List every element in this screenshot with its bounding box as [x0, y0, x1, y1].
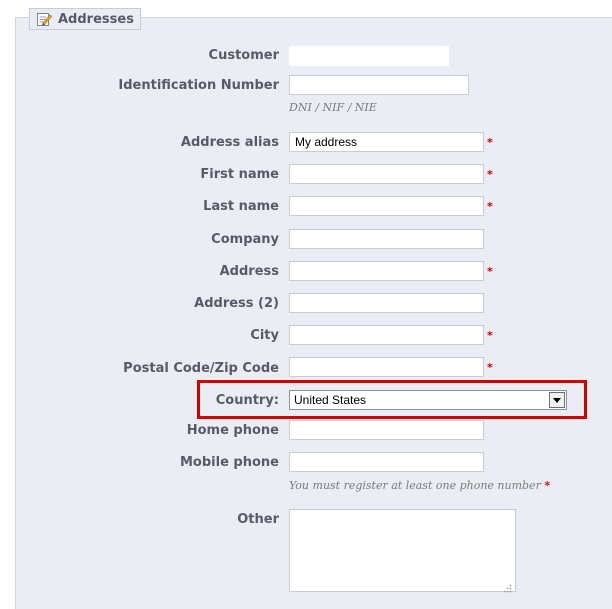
postcode-label: Postal Code/Zip Code: [123, 361, 279, 376]
alias-label: Address alias: [180, 135, 279, 150]
company-label: Company: [211, 232, 279, 247]
mobile-phone-field[interactable]: [289, 452, 484, 472]
postcode-required-mark: *: [487, 361, 493, 374]
other-label: Other: [237, 512, 279, 527]
edit-note-icon: [36, 11, 53, 27]
address-form-page: Addresses Customer Identification Number…: [0, 0, 612, 609]
city-field[interactable]: [289, 325, 484, 345]
city-label: City: [250, 328, 279, 343]
address2-label: Address (2): [194, 296, 279, 311]
home-phone-label: Home phone: [186, 423, 279, 438]
first-name-field[interactable]: [289, 164, 484, 184]
phone-hint-required-mark: *: [544, 479, 551, 492]
resize-grip-icon[interactable]: [502, 578, 512, 593]
company-field[interactable]: [289, 229, 484, 249]
address2-field[interactable]: [289, 293, 484, 313]
first-name-required-mark: *: [487, 168, 493, 181]
phone-hint: You must register at least one phone num…: [289, 479, 550, 492]
section-legend: Addresses: [29, 8, 141, 30]
city-required-mark: *: [487, 329, 493, 342]
customer-field[interactable]: [289, 46, 449, 66]
last-name-label: Last name: [203, 199, 279, 214]
section-title: Addresses: [58, 11, 134, 27]
address-label: Address: [219, 264, 279, 279]
home-phone-field[interactable]: [289, 420, 484, 440]
country-select[interactable]: United States: [289, 390, 567, 410]
customer-label: Customer: [208, 48, 279, 63]
alias-required-mark: *: [487, 136, 493, 149]
country-selected-value: United States: [294, 393, 367, 407]
mobile-phone-label: Mobile phone: [180, 455, 279, 470]
identification-label: Identification Number: [118, 78, 279, 93]
country-label: Country:: [215, 393, 279, 408]
phone-hint-text: You must register at least one phone num…: [289, 479, 541, 492]
alias-field[interactable]: [289, 132, 484, 152]
last-name-field[interactable]: [289, 196, 484, 216]
address-required-mark: *: [487, 265, 493, 278]
other-textarea[interactable]: [289, 509, 516, 593]
chevron-down-icon[interactable]: [549, 392, 565, 408]
identification-hint: DNI / NIF / NIE: [289, 101, 377, 114]
address-field[interactable]: [289, 261, 484, 281]
identification-field[interactable]: [289, 75, 469, 95]
postcode-field[interactable]: [289, 357, 484, 377]
first-name-label: First name: [200, 167, 279, 182]
last-name-required-mark: *: [487, 200, 493, 213]
